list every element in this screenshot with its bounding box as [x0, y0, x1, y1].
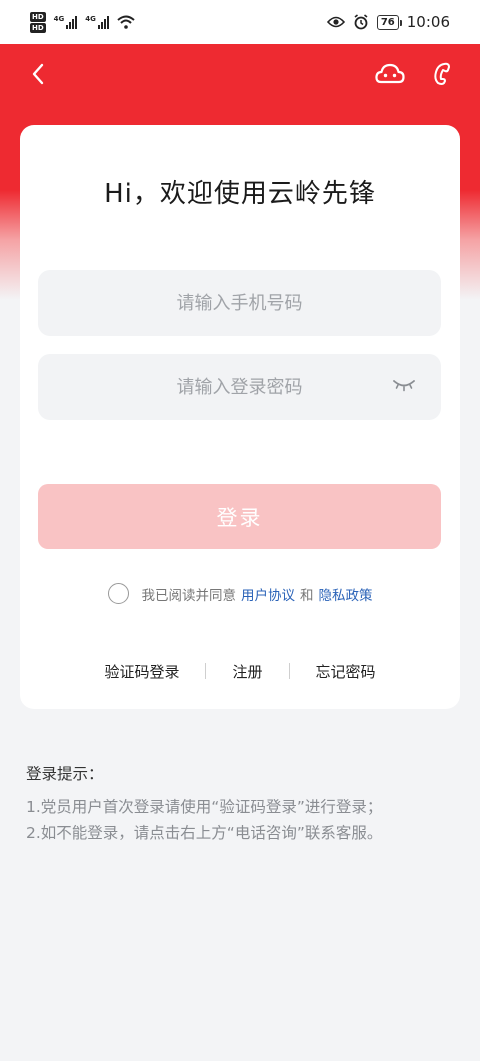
phone-icon — [434, 62, 450, 85]
status-right: 76 10:06 — [326, 13, 450, 31]
phone-consult-button[interactable] — [426, 58, 458, 90]
phone-field-wrapper — [38, 270, 441, 336]
sms-login-link[interactable]: 验证码登录 — [78, 661, 205, 682]
password-field-wrapper — [38, 354, 441, 420]
privacy-policy-link[interactable]: 隐私政策 — [319, 584, 373, 604]
back-button[interactable] — [22, 58, 54, 90]
phone-input[interactable] — [38, 270, 441, 336]
tips-line: 1.党员用户首次登录请使用“验证码登录”进行登录； — [26, 798, 383, 816]
cloud-service-icon — [375, 63, 405, 84]
tips-title: 登录提示： — [26, 765, 104, 783]
agree-text: 我已阅读并同意 — [141, 587, 237, 604]
and-text: 和 — [300, 587, 314, 604]
signal-icon: 4G — [85, 15, 109, 29]
welcome-title: Hi，欢迎使用云岭先锋 — [104, 179, 376, 209]
eye-closed-icon[interactable] — [393, 378, 415, 392]
bottom-links: 验证码登录 注册 忘记密码 — [20, 658, 460, 684]
register-link[interactable]: 注册 — [206, 661, 288, 682]
agreement-row: 我已阅读并同意 用户协议 和 隐私政策 — [20, 583, 460, 604]
clock: 10:06 — [406, 13, 450, 31]
forgot-password-link[interactable]: 忘记密码 — [290, 661, 402, 682]
login-button[interactable]: 登录 — [38, 484, 441, 549]
signal-icon: 4G — [54, 15, 78, 29]
password-input[interactable] — [38, 354, 441, 420]
battery-indicator: 76 — [376, 14, 402, 30]
chevron-left-icon — [32, 63, 44, 85]
status-bar: HD HD 4G 4G 76 10:06 — [0, 0, 480, 44]
hd-badge: HD — [30, 22, 46, 33]
customer-service-button[interactable] — [374, 58, 406, 90]
user-agreement-link[interactable]: 用户协议 — [241, 584, 295, 604]
network-indicators: HD HD 4G 4G — [30, 11, 135, 33]
wifi-icon — [117, 15, 135, 29]
hd-badge: HD — [30, 11, 46, 22]
tips-line: 2.如不能登录，请点击右上方“电话咨询”联系客服。 — [26, 824, 383, 842]
top-navigation — [0, 44, 480, 104]
login-tips: 登录提示： 1.党员用户首次登录请使用“验证码登录”进行登录； 2.如不能登录，… — [26, 762, 466, 846]
alarm-icon — [354, 14, 368, 30]
agree-radio[interactable] — [107, 583, 129, 604]
login-card: Hi，欢迎使用云岭先锋 登录 我已阅读并同意 用户协议 和 隐私政策 验证码登录… — [20, 125, 460, 709]
eye-comfort-icon — [326, 16, 345, 28]
